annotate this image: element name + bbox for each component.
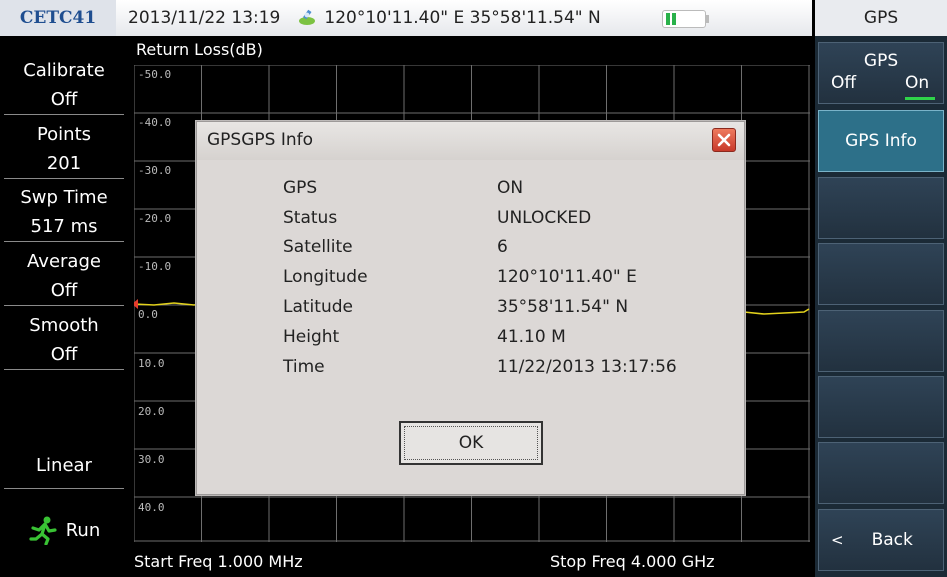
smooth-key[interactable]: Smooth Off — [4, 311, 124, 370]
info-key: Time — [283, 357, 325, 377]
empty-softkey[interactable] — [818, 243, 944, 305]
scale-key[interactable]: Linear — [4, 444, 124, 489]
chevron-left-icon: < — [831, 531, 844, 549]
back-label: Back — [871, 530, 913, 550]
y-tick: -20.0 — [138, 212, 172, 225]
points-value: 201 — [46, 153, 82, 174]
gps-satellite-icon — [299, 9, 316, 25]
left-softkey-menu: Calibrate Off Points 201 Swp Time 517 ms… — [0, 36, 127, 577]
dialog-titlebar: GPSGPS Info — [197, 122, 744, 160]
info-value: 11/22/2013 13:17:56 — [497, 357, 677, 377]
right-softkey-menu: GPS GPS Off On GPS Info < Back — [815, 0, 947, 577]
gps-info-dialog: GPSGPS Info GPS ON Status UNLOCKED Satel… — [196, 121, 745, 495]
average-key[interactable]: Average Off — [4, 247, 124, 306]
points-key[interactable]: Points 201 — [4, 120, 124, 179]
calibrate-value: Off — [50, 89, 78, 110]
y-tick: 0.0 — [138, 308, 158, 321]
run-label: Run — [65, 519, 101, 541]
close-button[interactable] — [712, 128, 736, 152]
calibrate-label: Calibrate — [23, 60, 105, 81]
gps-info-label: GPS Info — [845, 131, 917, 151]
run-button[interactable]: Run — [4, 506, 124, 554]
sweep-time-key[interactable]: Swp Time 517 ms — [4, 183, 124, 242]
brand-label: CETC41 — [0, 0, 116, 36]
smooth-value: Off — [50, 344, 78, 365]
close-icon — [717, 133, 731, 147]
y-tick: -50.0 — [138, 68, 172, 81]
ok-button[interactable]: OK — [399, 421, 543, 465]
gps-on-option: On — [905, 73, 930, 93]
sweep-time-value: 517 ms — [30, 216, 98, 237]
points-label: Points — [36, 124, 92, 145]
average-label: Average — [27, 251, 101, 272]
info-value: 120°10'11.40" E — [497, 267, 637, 287]
info-value: UNLOCKED — [497, 208, 592, 228]
empty-softkey[interactable] — [818, 442, 944, 504]
stop-frequency: Stop Freq 4.000 GHz — [550, 552, 715, 571]
y-tick: 10.0 — [138, 357, 165, 370]
start-frequency: Start Freq 1.000 MHz — [134, 552, 303, 571]
info-key: Status — [283, 208, 338, 228]
info-key: Height — [283, 327, 340, 347]
info-key: Satellite — [283, 237, 353, 257]
empty-softkey[interactable] — [818, 376, 944, 438]
datetime-label: 2013/11/22 13:19 — [128, 8, 281, 28]
runner-icon — [29, 516, 57, 545]
scale-label: Linear — [36, 455, 92, 476]
info-value: 35°58'11.54" N — [497, 297, 629, 317]
smooth-label: Smooth — [29, 315, 99, 336]
ok-label: OK — [458, 433, 484, 453]
y-tick: 20.0 — [138, 405, 165, 418]
y-tick: -10.0 — [138, 260, 172, 273]
info-value: ON — [497, 178, 524, 198]
info-key: GPS — [283, 178, 318, 198]
y-tick: 40.0 — [138, 501, 165, 514]
y-tick: -40.0 — [138, 116, 172, 129]
gps-on-indicator — [905, 97, 935, 100]
gps-info-key[interactable]: GPS Info — [818, 110, 944, 172]
info-key: Longitude — [283, 267, 368, 287]
back-button[interactable]: < Back — [818, 509, 944, 571]
gps-coordinates: 120°10'11.40" E 35°58'11.54" N — [324, 8, 601, 28]
empty-softkey[interactable] — [818, 310, 944, 372]
battery-icon — [662, 10, 709, 28]
sweep-time-label: Swp Time — [20, 187, 108, 208]
average-value: Off — [50, 280, 78, 301]
plot-title: Return Loss(dB) — [136, 40, 263, 59]
gps-toggle-label: GPS — [863, 51, 899, 71]
calibrate-key[interactable]: Calibrate Off — [4, 56, 124, 115]
info-value: 41.10 M — [497, 327, 566, 347]
y-tick: -30.0 — [138, 164, 172, 177]
y-tick: 30.0 — [138, 453, 165, 466]
menu-title: GPS — [815, 0, 947, 36]
empty-softkey[interactable] — [818, 177, 944, 239]
status-bar: CETC41 2013/11/22 13:19 120°10'11.40" E … — [0, 0, 812, 36]
dialog-title: GPSGPS Info — [207, 130, 314, 150]
gps-toggle-key[interactable]: GPS Off On — [818, 42, 944, 104]
info-key: Latitude — [283, 297, 353, 317]
gps-off-option: Off — [831, 73, 857, 93]
info-value: 6 — [497, 237, 508, 257]
